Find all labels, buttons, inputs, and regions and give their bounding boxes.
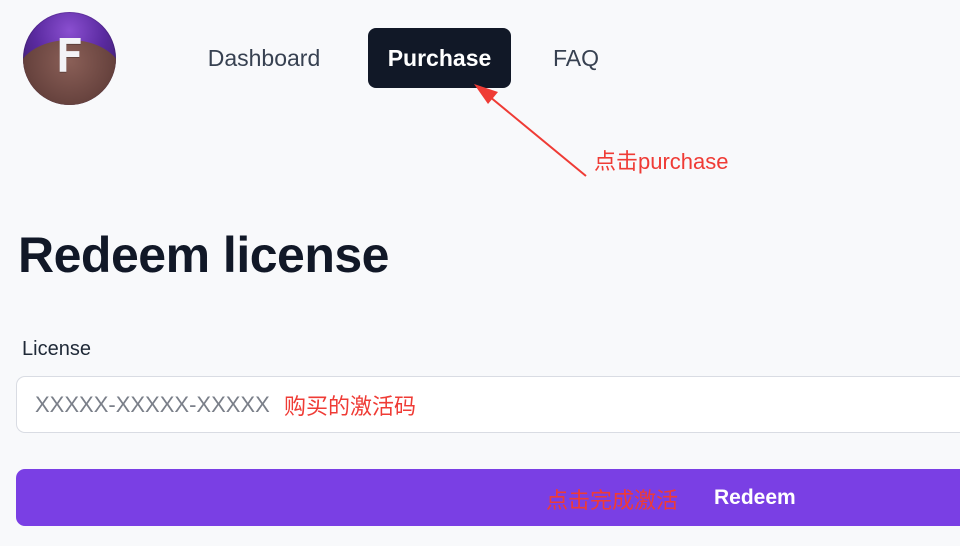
nav-dashboard[interactable]: Dashboard — [180, 28, 348, 88]
license-input[interactable] — [16, 376, 960, 433]
annotation-redeem: 点击完成激活 — [546, 488, 679, 513]
annotation-arrow-icon — [474, 84, 587, 177]
license-label: License — [22, 338, 91, 360]
logo-letter: F — [55, 29, 84, 83]
redeem-button-label: Redeem — [714, 486, 796, 509]
annotation-arrow-line — [483, 91, 587, 177]
page-title: Redeem license — [18, 227, 389, 283]
annotation-purchase: 点击purchase — [594, 149, 729, 174]
redeem-button[interactable]: Redeem — [16, 469, 960, 526]
logo-avatar[interactable]: F — [23, 12, 116, 105]
annotation-license-input: 购买的激活码 — [284, 394, 417, 419]
